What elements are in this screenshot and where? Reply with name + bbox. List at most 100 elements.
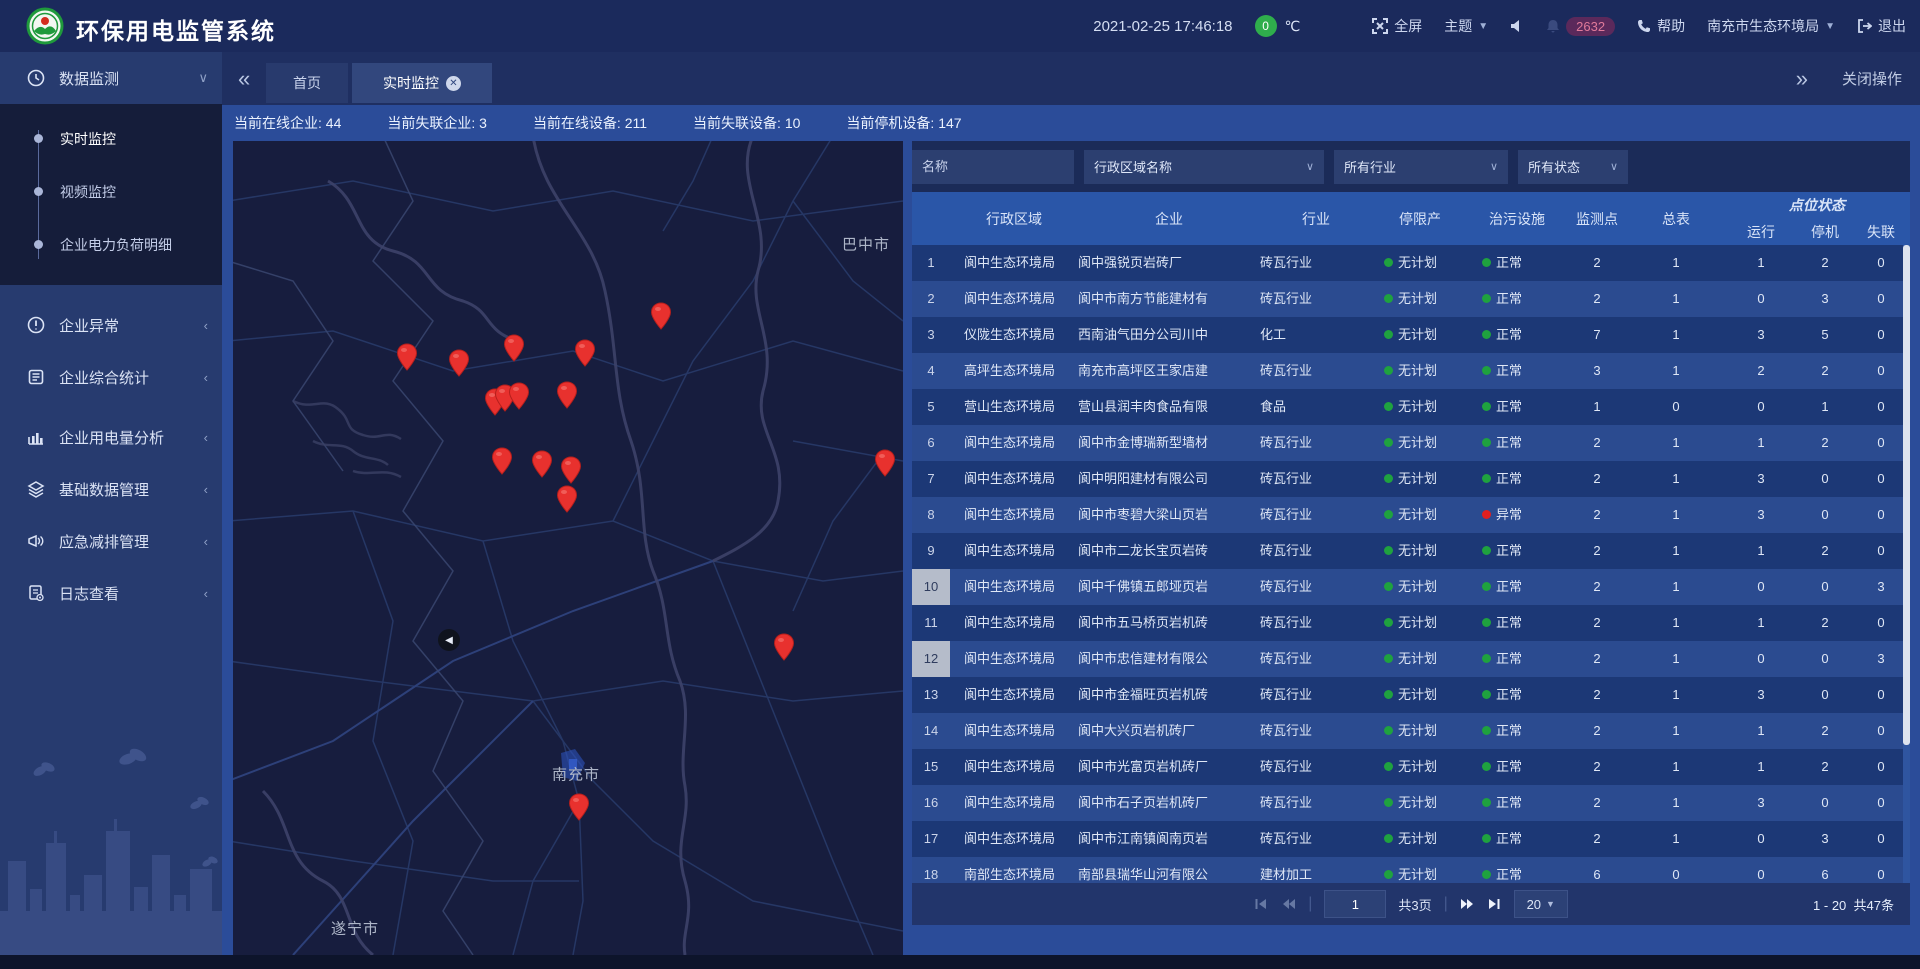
sidebar-item-video-monitor[interactable]: 视频监控 [0, 165, 222, 218]
cell-monitor: 3 [1566, 353, 1628, 389]
cell-stopped: 2 [1798, 245, 1852, 281]
map-pin[interactable] [773, 633, 795, 661]
map-pin[interactable] [448, 349, 470, 377]
cell-industry: 砖瓦行业 [1260, 713, 1372, 749]
map-collapse-handle[interactable]: ◀ [438, 629, 460, 651]
help-button[interactable]: 帮助 [1637, 16, 1685, 36]
sidebar-item-base-data[interactable]: 基础数据管理 ‹ [0, 463, 222, 515]
table-row[interactable]: 9阆中生态环境局阆中市二龙长宝页岩砖砖瓦行业无计划正常21120 [912, 533, 1910, 569]
map-panel[interactable]: 巴中市南充市遂宁市 [233, 141, 903, 955]
page-size-select[interactable]: 20▼ [1514, 890, 1568, 918]
cell-lost: 3 [1852, 641, 1910, 677]
cell-facility: 正常 [1468, 641, 1566, 677]
cell-monitor: 2 [1566, 281, 1628, 317]
prev-page-button[interactable] [1281, 897, 1296, 911]
table-row[interactable]: 15阆中生态环境局阆中市光富页岩机砖厂砖瓦行业无计划正常21120 [912, 749, 1910, 785]
cell-stop-limit: 无计划 [1372, 857, 1468, 883]
cell-company: 南部县瑞华山河有限公 [1078, 857, 1260, 883]
cell-company: 阆中大兴页岩机砖厂 [1078, 713, 1260, 749]
logout-button[interactable]: 退出 [1857, 16, 1906, 36]
table-row[interactable]: 13阆中生态环境局阆中市金福旺页岩机砖砖瓦行业无计划正常21300 [912, 677, 1910, 713]
table-row[interactable]: 6阆中生态环境局阆中市金博瑞新型墙材砖瓦行业无计划正常21120 [912, 425, 1910, 461]
table-row[interactable]: 10阆中生态环境局阆中千佛镇五郎垭页岩砖瓦行业无计划正常21003 [912, 569, 1910, 605]
table-row[interactable]: 7阆中生态环境局阆中明阳建材有限公司砖瓦行业无计划正常21300 [912, 461, 1910, 497]
industry-select[interactable]: 所有行业∨ [1334, 150, 1508, 184]
table-scrollbar[interactable] [1903, 245, 1910, 883]
map-pin[interactable] [874, 449, 896, 477]
app-header: 环保用电监管系统 2021-02-25 17:46:18 0 ℃ 全屏 主题▼ [0, 0, 1920, 52]
next-page-button[interactable] [1460, 897, 1475, 911]
name-search-input[interactable] [912, 150, 1074, 184]
map-pin[interactable] [508, 382, 530, 410]
map-pin[interactable] [560, 456, 582, 484]
table-row[interactable]: 16阆中生态环境局阆中市石子页岩机砖厂砖瓦行业无计划正常21300 [912, 785, 1910, 821]
cell-row-number: 18 [912, 857, 950, 883]
table-row[interactable]: 2阆中生态环境局阆中市南方节能建材有砖瓦行业无计划正常21030 [912, 281, 1910, 317]
cell-meter: 1 [1628, 713, 1724, 749]
table-row[interactable]: 14阆中生态环境局阆中大兴页岩机砖厂砖瓦行业无计划正常21120 [912, 713, 1910, 749]
cell-stopped: 6 [1798, 857, 1852, 883]
scrollbar-thumb[interactable] [1903, 245, 1910, 745]
cell-meter: 1 [1628, 461, 1724, 497]
sidebar-item-company-statistics[interactable]: 企业综合统计 ‹ [0, 351, 222, 403]
map-pin[interactable] [556, 485, 578, 513]
map-pin[interactable] [396, 343, 418, 371]
cell-run: 3 [1724, 461, 1798, 497]
fullscreen-button[interactable]: 全屏 [1372, 16, 1422, 36]
status-select[interactable]: 所有状态∨ [1518, 150, 1628, 184]
cell-facility: 正常 [1468, 245, 1566, 281]
map-pin[interactable] [503, 334, 525, 362]
close-operations-button[interactable]: 关闭操作 [1842, 68, 1902, 89]
cell-stopped: 3 [1798, 821, 1852, 857]
table-row[interactable]: 5营山生态环境局营山县润丰肉食品有限食品无计划正常10010 [912, 389, 1910, 425]
tabs-scroll-left-icon[interactable]: « [238, 66, 250, 92]
sidebar-item-data-monitoring[interactable]: 数据监测 ∨ [0, 52, 222, 104]
status-dot-icon [1384, 546, 1393, 555]
table-row[interactable]: 3仪陇生态环境局西南油气田分公司川中化工无计划正常71350 [912, 317, 1910, 353]
tab-home[interactable]: 首页 [266, 63, 348, 103]
cell-meter: 0 [1628, 389, 1724, 425]
map-pin[interactable] [568, 793, 590, 821]
table-row[interactable]: 8阆中生态环境局阆中市枣碧大梁山页岩砖瓦行业无计划异常21300 [912, 497, 1910, 533]
org-dropdown[interactable]: 南充市生态环境局▼ [1707, 16, 1835, 36]
sidebar-item-power-analysis[interactable]: 企业用电量分析 ‹ [0, 411, 222, 463]
last-page-button[interactable] [1487, 897, 1502, 911]
map-pin[interactable] [531, 450, 553, 478]
cell-company: 阆中千佛镇五郎垭页岩 [1078, 569, 1260, 605]
map-pin[interactable] [650, 302, 672, 330]
cell-stop-limit: 无计划 [1372, 281, 1468, 317]
sidebar-item-emergency-reduction[interactable]: 应急减排管理 ‹ [0, 515, 222, 567]
table-row[interactable]: 4高坪生态环境局南充市高坪区王家店建砖瓦行业无计划正常31220 [912, 353, 1910, 389]
map-pin[interactable] [574, 339, 596, 367]
table-row[interactable]: 18南部生态环境局南部县瑞华山河有限公建材加工无计划正常60060 [912, 857, 1910, 883]
sidebar-item-log-view[interactable]: 日志查看 ‹ [0, 567, 222, 619]
table-row[interactable]: 17阆中生态环境局阆中市江南镇阆南页岩砖瓦行业无计划正常21030 [912, 821, 1910, 857]
table-row[interactable]: 12阆中生态环境局阆中市忠信建材有限公砖瓦行业无计划正常21003 [912, 641, 1910, 677]
notifications[interactable]: 2632 [1546, 17, 1615, 36]
cell-region: 阆中生态环境局 [950, 821, 1078, 857]
tab-realtime-monitor[interactable]: 实时监控 ✕ [352, 63, 492, 103]
sound-button[interactable] [1510, 19, 1524, 33]
map-pin[interactable] [491, 447, 513, 475]
map-pin[interactable] [556, 381, 578, 409]
table-row[interactable]: 1阆中生态环境局阆中强锐页岩砖厂砖瓦行业无计划正常21120 [912, 245, 1910, 281]
cell-facility: 正常 [1468, 677, 1566, 713]
cell-run: 0 [1724, 389, 1798, 425]
tabs-scroll-right-icon[interactable]: » [1796, 66, 1808, 92]
region-select[interactable]: 行政区域名称∨ [1084, 150, 1324, 184]
status-dot-icon [1482, 762, 1491, 771]
cell-monitor: 2 [1566, 245, 1628, 281]
log-file-icon [27, 584, 45, 602]
sidebar-item-realtime-monitor[interactable]: 实时监控 [0, 112, 222, 165]
cell-region: 阆中生态环境局 [950, 569, 1078, 605]
sidebar-item-company-abnormal[interactable]: 企业异常 ‹ [0, 299, 222, 351]
tab-close-icon[interactable]: ✕ [446, 76, 461, 91]
table-row[interactable]: 11阆中生态环境局阆中市五马桥页岩机砖砖瓦行业无计划正常21120 [912, 605, 1910, 641]
chevron-left-icon: ‹ [204, 430, 208, 445]
cell-row-number: 12 [912, 641, 950, 677]
status-dot-icon [1384, 474, 1393, 483]
theme-dropdown[interactable]: 主题▼ [1444, 16, 1488, 36]
first-page-button[interactable] [1254, 897, 1269, 911]
sidebar-item-power-load-detail[interactable]: 企业电力负荷明细 [0, 218, 222, 271]
page-number-input[interactable] [1324, 890, 1386, 918]
